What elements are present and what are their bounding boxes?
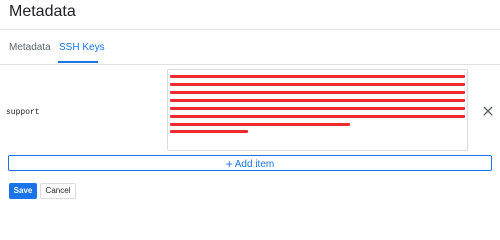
tab-metadata[interactable]: Metadata (9, 42, 51, 54)
page-title: Metadata (9, 3, 76, 20)
tab-bar: Metadata SSH Keys (0, 30, 500, 65)
ssh-key-textarea[interactable] (167, 69, 468, 151)
tab-ssh-keys[interactable]: SSH Keys (59, 42, 105, 54)
add-item-label: Add item (234, 159, 275, 170)
plus-icon: + (225, 157, 233, 171)
ssh-key-username: support (6, 108, 40, 117)
close-icon (483, 106, 493, 116)
save-button[interactable]: Save (9, 183, 37, 199)
page-header: Metadata (0, 0, 500, 30)
active-tab-indicator (58, 61, 98, 63)
add-item-button[interactable]: + Add item (8, 155, 492, 171)
cancel-button[interactable]: Cancel (40, 183, 76, 199)
remove-row-button[interactable] (481, 104, 495, 118)
